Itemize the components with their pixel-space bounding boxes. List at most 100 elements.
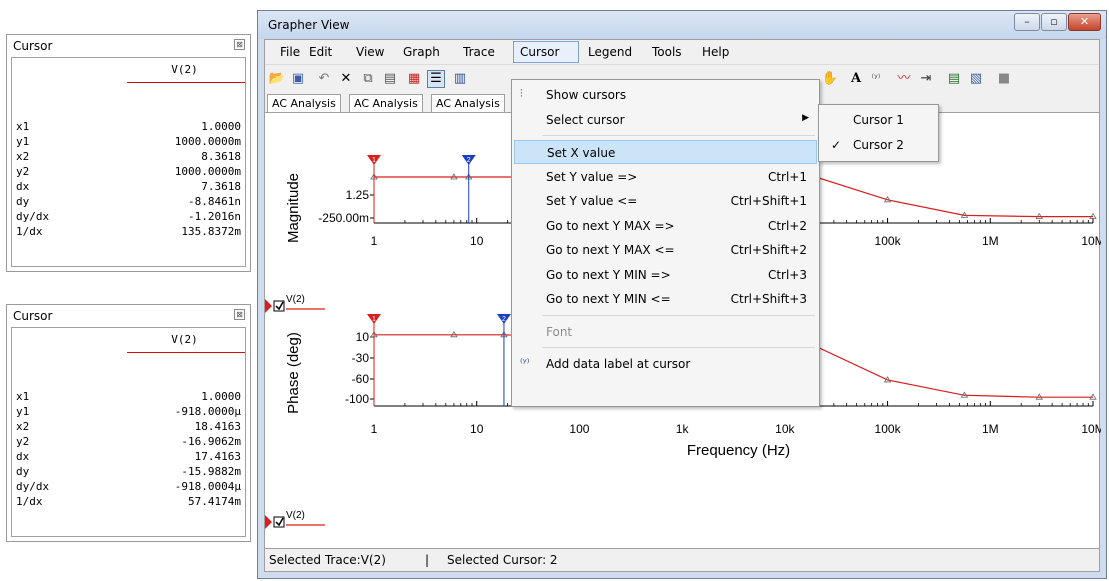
menu-item-go-to-next-y-min[interactable]: Go to next Y MIN <= Ctrl+Shift+3 (514, 287, 817, 311)
copy-icon[interactable]: ⧉ (359, 70, 377, 88)
trace-icon[interactable]: 〰 (895, 70, 913, 88)
menu-item-go-to-next-y-min[interactable]: Go to next Y MIN => Ctrl+3 (514, 263, 817, 287)
maximize-button[interactable]: ▫ (1041, 13, 1067, 31)
close-icon[interactable]: ⊠ (234, 309, 245, 320)
submenu-item-label: Cursor 2 (853, 138, 904, 152)
menu-item-set-x-value[interactable]: Set X value (514, 140, 817, 164)
close-button[interactable]: ✕ (1068, 13, 1101, 31)
cursor-row: 1/dx 135.8372m (16, 225, 241, 239)
menu-separator (542, 314, 815, 316)
menu-view[interactable]: View (356, 45, 384, 59)
trace-select-marker (265, 299, 272, 313)
cursor-row-label: dx (16, 180, 30, 193)
cursor-row-label: dx (16, 450, 30, 463)
x-tick-label: 100k (875, 234, 902, 248)
close-icon[interactable]: ⊠ (234, 39, 245, 50)
menu-tools[interactable]: Tools (652, 45, 682, 59)
cursor-1-label: 1 (372, 316, 376, 323)
menu-item-go-to-next-y-max[interactable]: Go to next Y MAX => Ctrl+2 (514, 214, 817, 238)
submenu-arrow-icon: ▶ (802, 112, 809, 123)
cursor-row-label: y2 (16, 165, 30, 178)
cursor-row-label: dy/dx (16, 210, 50, 223)
menu-graph[interactable]: Graph (403, 45, 440, 59)
menu-item-label: Go to next Y MIN <= (546, 292, 671, 306)
export-icon[interactable]: ⇥ (917, 70, 935, 88)
y-tick-label: -30 (352, 351, 370, 365)
trace-color-line (127, 82, 245, 83)
menu-item-label: Add data label at cursor (546, 357, 691, 371)
x-tick-label: 10M (1081, 234, 1101, 248)
menu-legend[interactable]: Legend (588, 45, 632, 59)
cursor-row-value: 18.4163 (194, 420, 241, 433)
print-icon[interactable]: ▤ (945, 70, 963, 88)
menu-item-label: Set Y value => (546, 169, 638, 184)
pan-hand-icon[interactable]: ✋ (821, 70, 839, 88)
submenu-item-cursor-1[interactable]: Cursor 1 (821, 108, 936, 132)
paste-icon[interactable]: ▤ (381, 70, 399, 88)
cursor-row-label: 1/dx (16, 495, 43, 508)
cursor-row-value: 1.0000 (201, 120, 241, 133)
menu-item-label: Set Y value <= (546, 194, 638, 208)
save-icon[interactable]: ▣ (289, 70, 307, 88)
menu-item-shortcut: Ctrl+Shift+1 (730, 194, 807, 208)
undo-icon[interactable]: ↶ (315, 70, 333, 88)
menu-help[interactable]: Help (702, 45, 729, 59)
trace-color-line (127, 352, 245, 353)
show-cursors-icon: ⫶ (520, 87, 523, 100)
x-tick-label: 10k (775, 422, 795, 436)
title-bar[interactable]: Grapher View – ▫ ✕ (258, 11, 1106, 39)
menu-separator (542, 135, 815, 136)
cursor-row: 1/dx 57.4174m (16, 495, 241, 509)
minimize-button[interactable]: – (1014, 13, 1040, 31)
y-tick-label: -100 (345, 392, 369, 406)
menu-edit[interactable]: Edit (309, 45, 332, 59)
menu-file[interactable]: File (280, 45, 300, 59)
legend-label: V(2) (286, 294, 305, 305)
submenu-item-label: Cursor 1 (853, 113, 904, 127)
menu-item-select-cursor[interactable]: Select cursor ▶ (514, 108, 817, 132)
tab-ac-analysis-3[interactable]: AC Analysis (431, 94, 505, 112)
cursor-icon[interactable]: ▥ (451, 70, 469, 88)
y-tick-label: -250.00m (318, 211, 369, 225)
text-icon[interactable]: A (847, 70, 865, 88)
menu-item-set-y-value[interactable]: Set Y value => Ctrl+1 (514, 165, 817, 189)
print-preview-icon[interactable]: ▧ (967, 70, 985, 88)
menu-item-go-to-next-y-max[interactable]: Go to next Y MAX <= Ctrl+Shift+2 (514, 238, 817, 262)
open-icon[interactable]: 📂 (268, 70, 286, 88)
menu-item-label: Set X value (547, 146, 616, 160)
menu-separator (542, 347, 815, 348)
menu-item-label: Go to next Y MAX <= (546, 243, 675, 257)
tab-ac-analysis-2[interactable]: AC Analysis (349, 94, 423, 112)
tab-ac-analysis-1[interactable]: AC Analysis (267, 94, 341, 112)
x-tick-label: 1M (982, 234, 999, 248)
stop-icon[interactable]: ■ (995, 70, 1013, 88)
submenu-item-cursor-2[interactable]: ✓ Cursor 2 (821, 133, 936, 157)
cursor-row-value: 7.3618 (201, 180, 241, 193)
cursor-trace-header: V(2) (171, 63, 198, 76)
cursor-row: dy -15.9882m (16, 465, 241, 479)
menu-cursor[interactable]: Cursor (520, 45, 559, 59)
cursor-row: x1 1.0000 (16, 120, 241, 134)
cursor-row-value: -1.2016n (188, 210, 241, 223)
menu-item-set-y-value[interactable]: Set Y value <= Ctrl+Shift+1 (514, 189, 817, 213)
menu-trace[interactable]: Trace (463, 45, 495, 59)
cursor-row: dy -8.8461n (16, 195, 241, 209)
y-axis-title: Phase (deg) (285, 332, 302, 414)
x-tick-label: 10 (470, 234, 484, 248)
cursor-table: V(2) x1 1.0000 y1 1000.0000m x2 8.3618 y2 1000.… (11, 57, 246, 267)
x-tick-label: 100k (875, 422, 902, 436)
menu-item-font[interactable]: Font (514, 320, 817, 344)
menu-item-label: Show cursors (546, 88, 627, 102)
cursor-row-label: x1 (16, 120, 30, 133)
delete-icon[interactable]: ✕ (337, 70, 355, 88)
cursor-row: y1 1000.0000m (16, 135, 241, 149)
menu-item-add-data-label-at-cursor[interactable]: ⁽ʸ⁾ Add data label at cursor (514, 352, 817, 376)
select-cursor-submenu: Cursor 1 ✓ Cursor 2 (818, 104, 939, 162)
label-icon[interactable]: ⁽ʸ⁾ (867, 70, 885, 88)
cursor-row-label: y1 (16, 405, 30, 418)
cursor-row-value: 17.4163 (194, 450, 241, 463)
menu-item-show-cursors[interactable]: ⫶ Show cursors (514, 83, 817, 107)
cursor-panel-2: Cursor ⊠ V(2) x1 1.0000 y1 -918.0000µ x2 18.4… (6, 304, 251, 542)
legend-icon[interactable]: ☰ (427, 70, 445, 88)
grid-icon[interactable]: ▦ (405, 70, 423, 88)
